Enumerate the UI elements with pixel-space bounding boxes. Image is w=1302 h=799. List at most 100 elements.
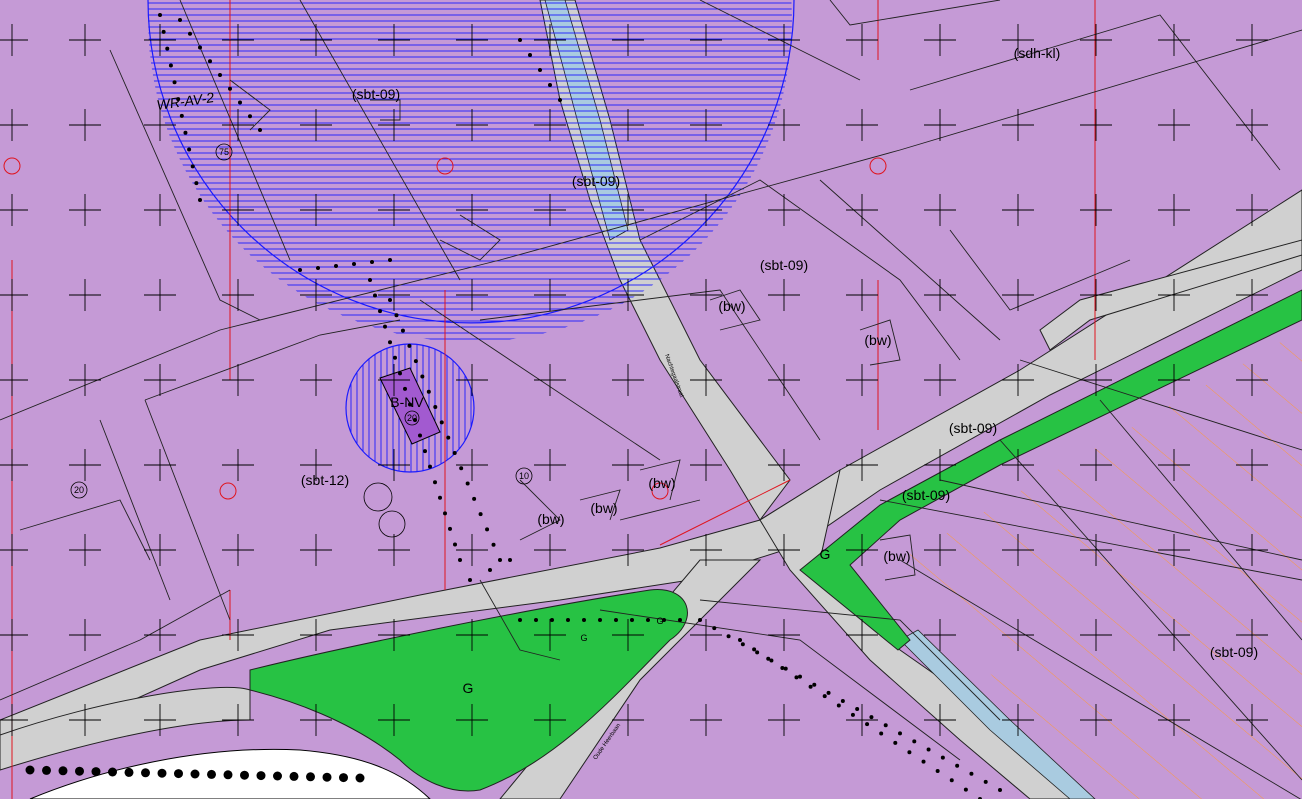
tree-dot xyxy=(352,262,356,266)
tree-dot xyxy=(248,114,252,119)
house-number: 20 xyxy=(74,485,84,495)
tree-dot xyxy=(355,773,365,783)
bw-label[interactable]: (bw) xyxy=(590,500,617,516)
tree-dot xyxy=(582,618,586,622)
tree-dot xyxy=(812,682,817,687)
tree-dot xyxy=(678,618,682,622)
tree-dot xyxy=(316,266,320,270)
tree-dot xyxy=(508,558,512,562)
tree-dot xyxy=(738,638,742,642)
tree-dot xyxy=(223,770,233,780)
tree-dot xyxy=(538,68,542,72)
tree-dot xyxy=(518,618,522,622)
tree-dot xyxy=(712,626,717,631)
tree-dot xyxy=(865,722,870,727)
green-label: G xyxy=(656,616,663,626)
tree-dot xyxy=(398,371,402,376)
tree-dot xyxy=(438,495,442,500)
tree-dot xyxy=(108,767,117,777)
zone-label-sbt-09[interactable]: (sbt-09) xyxy=(949,420,997,436)
house-number: 75 xyxy=(219,147,229,157)
zone-label-sbt-09[interactable]: (sbt-09) xyxy=(352,86,400,102)
tree-dot xyxy=(443,511,447,516)
tree-dot xyxy=(630,618,634,622)
tree-dot xyxy=(393,355,397,360)
tree-dot xyxy=(75,766,84,776)
tree-dot xyxy=(452,450,457,455)
tree-dot xyxy=(598,618,602,622)
tree-dot xyxy=(428,464,432,469)
tree-dot xyxy=(423,449,427,454)
tree-dot xyxy=(808,684,813,689)
tree-dot xyxy=(198,45,202,50)
monument-label[interactable]: B-NV xyxy=(390,394,424,410)
zone-label-sbt-12[interactable]: (sbt-12) xyxy=(301,472,349,488)
tree-dot xyxy=(373,293,377,298)
tree-dot xyxy=(478,512,483,517)
tree-dot xyxy=(228,86,232,91)
zone-label-sbt-09[interactable]: (sbt-09) xyxy=(760,257,808,273)
tree-dot xyxy=(190,769,200,779)
bw-label[interactable]: (bw) xyxy=(648,475,675,491)
tree-dot xyxy=(898,731,902,736)
tree-dot xyxy=(548,83,552,87)
bw-label[interactable]: (bw) xyxy=(864,332,891,348)
tree-dot xyxy=(273,771,282,781)
zone-label-sdh-kl[interactable]: (sdh-kl) xyxy=(1014,45,1061,61)
bw-label[interactable]: (bw) xyxy=(537,511,564,527)
green-label: G xyxy=(580,633,587,643)
tree-dot xyxy=(912,739,917,744)
tree-dot xyxy=(935,768,940,773)
tree-dot xyxy=(614,618,618,622)
tree-dot xyxy=(194,181,199,186)
tree-dot xyxy=(498,558,502,562)
tree-dot xyxy=(766,656,771,661)
tree-dot xyxy=(465,481,470,486)
zone-label-sbt-09[interactable]: (sbt-09) xyxy=(902,487,950,503)
tree-dot xyxy=(840,698,845,703)
green-label: G xyxy=(463,680,474,696)
zone-label-sbt-09[interactable]: (sbt-09) xyxy=(1210,644,1258,660)
tree-dot xyxy=(850,712,855,717)
tree-dot xyxy=(158,13,162,17)
tree-dot xyxy=(907,750,912,755)
bw-label[interactable]: (bw) xyxy=(718,298,745,314)
tree-dot xyxy=(187,147,192,152)
tree-dot xyxy=(949,778,954,783)
house-number: 20 xyxy=(407,413,417,423)
tree-dot xyxy=(879,731,884,736)
tree-dot xyxy=(893,740,898,745)
tree-dot xyxy=(550,618,554,622)
tree-dot xyxy=(420,374,425,379)
bw-label[interactable]: (bw) xyxy=(883,548,910,564)
tree-dot xyxy=(783,666,788,671)
tree-dot xyxy=(178,18,182,22)
tree-dot xyxy=(190,164,195,169)
tree-dot xyxy=(780,666,785,671)
tree-dot xyxy=(963,787,968,792)
tree-dot xyxy=(207,769,216,779)
house-number: 10 xyxy=(519,471,529,481)
tree-dot xyxy=(238,100,242,105)
tree-dot xyxy=(488,568,492,572)
tree-dot xyxy=(168,63,173,68)
zoning-map[interactable]: 75 20 10 20 (sdh-kl) (sbt-09) (sbt-09) (… xyxy=(0,0,1302,799)
tree-dot xyxy=(740,642,745,647)
tree-dot xyxy=(298,268,302,272)
tree-dot xyxy=(468,578,472,582)
tree-dot xyxy=(157,768,167,778)
tree-dot xyxy=(433,480,437,485)
tree-dot xyxy=(646,618,650,622)
tree-dot xyxy=(58,766,68,776)
tree-dot xyxy=(883,723,888,728)
tree-dot xyxy=(459,466,464,471)
tree-dot xyxy=(826,690,831,695)
tree-dot xyxy=(433,405,438,410)
tree-dot xyxy=(256,771,266,781)
tree-dot xyxy=(388,258,392,262)
tree-dot xyxy=(124,767,134,777)
tree-dot xyxy=(25,765,35,775)
tree-dot xyxy=(955,763,960,768)
tree-dot xyxy=(566,618,570,622)
zone-label-sbt-09[interactable]: (sbt-09) xyxy=(572,173,620,189)
